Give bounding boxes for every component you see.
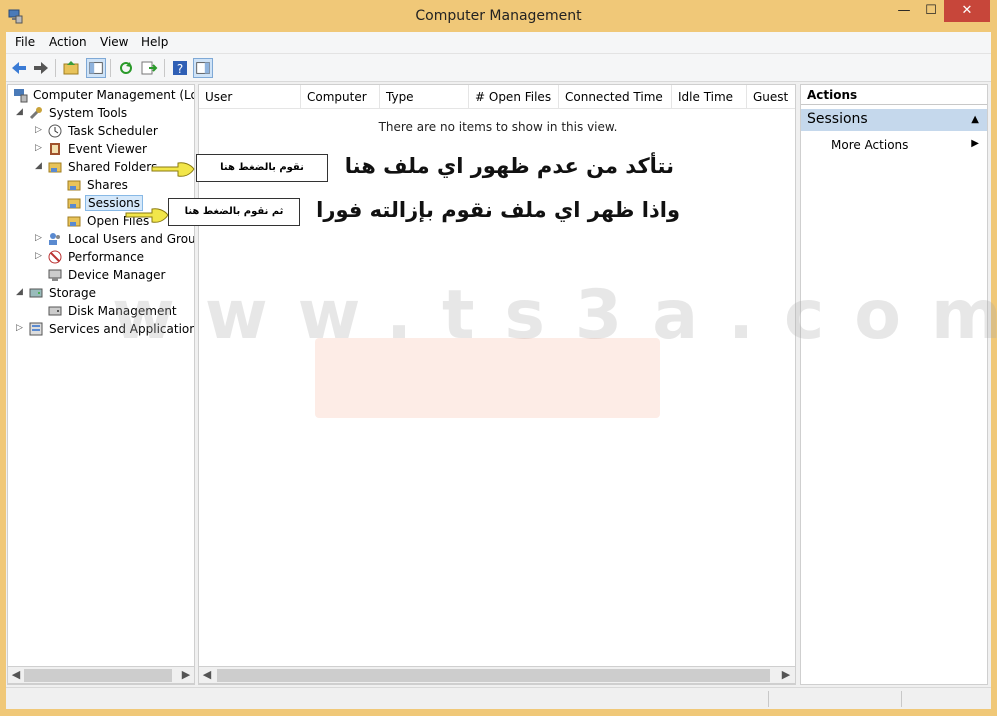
tree-item-label: System Tools: [49, 106, 128, 120]
scroll-thumb[interactable]: [24, 669, 172, 682]
scroll-left-icon[interactable]: ◀: [200, 668, 214, 681]
column-type[interactable]: Type: [380, 85, 469, 109]
collapse-icon[interactable]: ▲: [971, 114, 979, 125]
tools-icon: [29, 107, 42, 120]
list-horizontal-scrollbar[interactable]: ◀ ▶: [198, 666, 796, 684]
tree-item-label: Computer Management (Local: [33, 88, 194, 102]
tree-item-label: Event Viewer: [68, 142, 147, 156]
tree-expander[interactable]: ◢: [35, 161, 45, 171]
menu-bar: File Action View Help: [6, 32, 991, 54]
window-title: Computer Management: [415, 8, 582, 24]
tree-item-label: Task Scheduler: [68, 124, 158, 138]
device-manager-icon: [48, 269, 62, 281]
tree-expander[interactable]: ▷: [35, 233, 45, 243]
open-files-icon: [67, 216, 81, 227]
more-actions-link[interactable]: More Actions: [831, 138, 908, 152]
tree-expander[interactable]: ▷: [16, 323, 26, 333]
tree-expander[interactable]: ◢: [16, 107, 26, 117]
watermark-logo: [315, 338, 660, 418]
toolbar-separator: [164, 59, 165, 77]
tree-expander[interactable]: ▷: [35, 125, 45, 135]
performance-icon: [48, 250, 62, 264]
column-guest[interactable]: Guest: [747, 85, 795, 109]
menu-action[interactable]: Action: [49, 35, 87, 49]
clock-icon: [48, 124, 62, 138]
actions-section-label: Sessions: [807, 111, 868, 127]
actions-section-sessions[interactable]: Sessions ▲: [801, 109, 987, 131]
scroll-right-icon[interactable]: ▶: [179, 668, 193, 681]
window: Computer Management — ☐ ✕ File Action Vi…: [0, 0, 997, 716]
tree-item-label: Storage: [49, 286, 96, 300]
sessions-icon: [67, 198, 81, 209]
users-icon: [49, 233, 60, 245]
toolbar-separator: [110, 59, 111, 77]
export-list-icon[interactable]: [139, 58, 159, 78]
maximize-button[interactable]: ☐: [918, 0, 944, 22]
tree-expander[interactable]: ▷: [35, 143, 45, 153]
tree-expander[interactable]: ◢: [16, 287, 26, 297]
toolbar-separator: [55, 59, 56, 77]
tree-item-label: Shares: [87, 178, 128, 192]
column-idle-time[interactable]: Idle Time: [672, 85, 747, 109]
status-divider: [768, 691, 769, 707]
up-folder-icon[interactable]: [61, 58, 81, 78]
column-open-files[interactable]: # Open Files: [469, 85, 559, 109]
pointing-hand-icon: [125, 208, 169, 223]
scroll-left-icon[interactable]: ◀: [9, 668, 23, 681]
disk-icon: [48, 306, 62, 316]
storage-icon: [29, 288, 43, 298]
title-bar[interactable]: Computer Management — ☐ ✕: [0, 0, 997, 32]
callout-first-step: نقوم بالضغط هنا: [196, 154, 328, 182]
shares-icon: [67, 180, 81, 191]
column-user[interactable]: User: [199, 85, 301, 109]
show-hide-console-tree-icon[interactable]: [86, 58, 106, 78]
menu-view[interactable]: View: [100, 35, 128, 49]
tree-expander[interactable]: ▷: [35, 251, 45, 261]
toolbar: ?: [6, 54, 991, 82]
services-icon: [29, 322, 43, 336]
status-divider: [901, 691, 902, 707]
minimize-button[interactable]: —: [890, 0, 918, 22]
status-bar: [6, 687, 991, 709]
shared-folder-icon: [48, 162, 62, 173]
computer-management-icon: [14, 89, 28, 103]
tree-item-label: Local Users and Groups: [68, 232, 195, 246]
tree-horizontal-scrollbar[interactable]: ◀ ▶: [7, 666, 195, 684]
back-arrow-icon[interactable]: [9, 58, 29, 78]
submenu-arrow-icon: ▶: [971, 138, 979, 149]
menu-file[interactable]: File: [15, 35, 35, 49]
close-button[interactable]: ✕: [944, 0, 990, 22]
svg-text:?: ?: [177, 62, 183, 76]
callout-second-step: ثم نقوم بالضغط هنا: [168, 198, 300, 226]
help-icon[interactable]: ?: [170, 58, 190, 78]
empty-list-message: There are no items to show in this view.: [378, 120, 618, 134]
tree-item-label: Performance: [68, 250, 145, 264]
refresh-icon[interactable]: [116, 58, 136, 78]
pointing-hand-icon: [151, 162, 195, 177]
actions-pane: Actions Sessions ▲ More Actions ▶: [800, 84, 988, 685]
forward-arrow-icon[interactable]: [31, 58, 51, 78]
instruction-line-1: نتأكد من عدم ظهور اي ملف هنا: [344, 154, 674, 178]
event-log-icon: [50, 143, 60, 155]
scroll-thumb[interactable]: [217, 669, 770, 682]
tree-item-label: Shared Folders: [68, 160, 158, 174]
instruction-line-2: واذا ظهر اي ملف نقوم بإزالته فورا: [316, 198, 680, 222]
scroll-right-icon[interactable]: ▶: [779, 668, 793, 681]
show-hide-action-pane-icon[interactable]: [193, 58, 213, 78]
column-computer[interactable]: Computer: [301, 85, 380, 109]
menu-help[interactable]: Help: [141, 35, 168, 49]
column-connected-time[interactable]: Connected Time: [559, 85, 672, 109]
actions-header: Actions: [801, 85, 987, 105]
